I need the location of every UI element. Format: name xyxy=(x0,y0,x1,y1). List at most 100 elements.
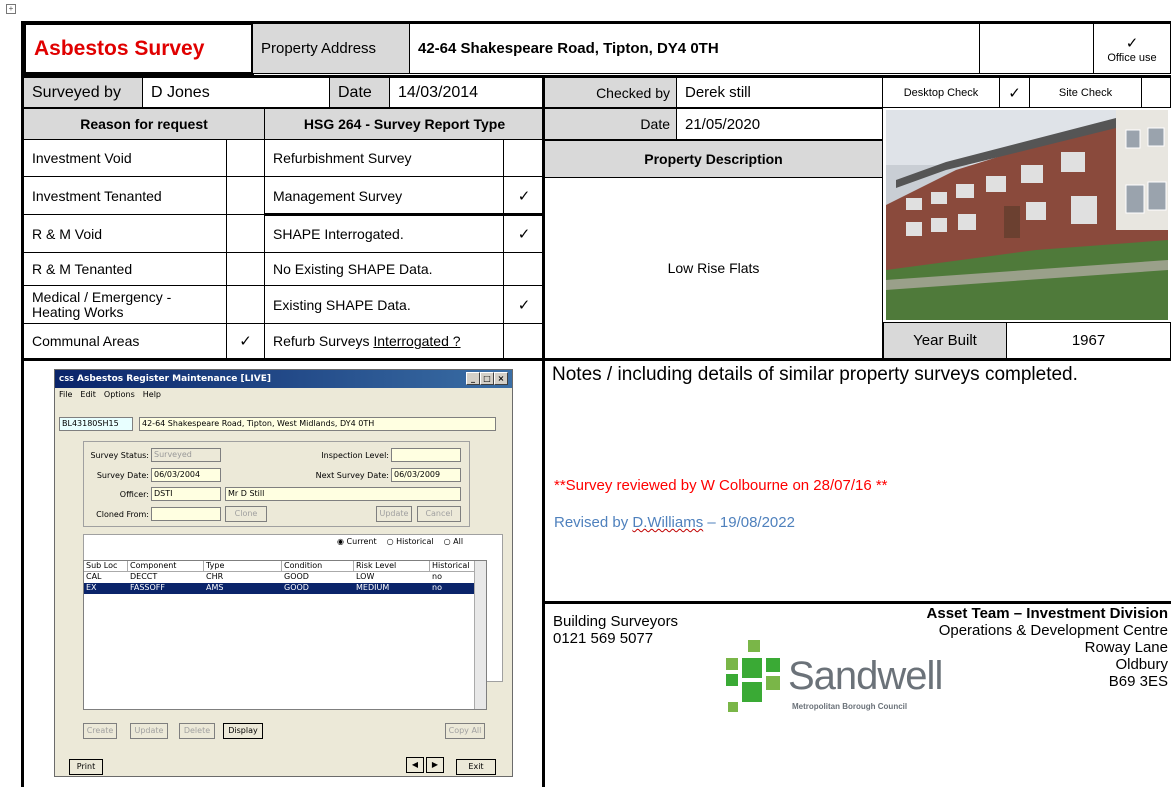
reason-item: R & M Void xyxy=(23,214,227,253)
officer-name-field[interactable]: Mr D Still xyxy=(225,487,461,501)
cell: no xyxy=(432,583,442,592)
surveyed-by-label: Surveyed by xyxy=(23,77,143,108)
office-use-tick: ✓ xyxy=(1125,34,1139,52)
inspection-level-label: Inspection Level: xyxy=(321,451,389,460)
report-type-item: Existing SHAPE Data. xyxy=(264,285,504,324)
menu-edit[interactable]: Edit xyxy=(80,390,96,399)
components-grid: Sub Loc Component Type Condition Risk Le… xyxy=(83,560,487,710)
column-header[interactable]: Risk Level xyxy=(354,561,430,571)
reason-tick xyxy=(226,252,265,286)
revised-suffix: – 19/08/2022 xyxy=(703,514,795,531)
copy-all-button[interactable]: Copy All xyxy=(445,723,485,739)
table-row[interactable]: EX FASSOFF AMS GOOD MEDIUM no xyxy=(84,583,474,594)
check-date-value: 21/05/2020 xyxy=(676,108,883,140)
display-button[interactable]: Display xyxy=(223,723,263,739)
cell: EX xyxy=(86,583,97,592)
page-title: Asbestos Survey xyxy=(34,36,205,60)
property-photo xyxy=(886,110,1168,320)
year-built-value: 1967 xyxy=(1006,322,1171,359)
logo-wordmark: Sandwell xyxy=(788,654,943,698)
cell: AMS xyxy=(206,583,224,592)
refurb-interrogated-cell: Refurb Surveys Interrogated ? xyxy=(264,323,504,359)
cloned-from-field[interactable] xyxy=(151,507,221,521)
divider xyxy=(264,213,545,216)
update-button[interactable]: Update xyxy=(376,506,412,522)
border-left xyxy=(21,21,24,787)
maximize-icon[interactable]: □ xyxy=(480,372,494,385)
property-address-label: Property Address xyxy=(252,23,410,74)
menu-bar: File Edit Options Help xyxy=(59,390,161,399)
next-survey-date-field[interactable]: 06/03/2009 xyxy=(391,468,461,482)
reason-tick: ✓ xyxy=(226,323,265,359)
reason-item: Medical / Emergency - Heating Works xyxy=(23,285,227,324)
refurb-interrogated-link[interactable]: Interrogated ? xyxy=(373,333,460,349)
surveyors-label: Building Surveyors xyxy=(553,613,679,630)
inspection-level-field[interactable] xyxy=(391,448,461,462)
create-button[interactable]: Create xyxy=(83,723,117,739)
office-use-blank xyxy=(979,23,1094,74)
site-check-label: Site Check xyxy=(1029,77,1142,108)
menu-options[interactable]: Options xyxy=(104,390,135,399)
column-header[interactable]: Type xyxy=(204,561,282,571)
surveyed-by-value: D Jones xyxy=(142,77,330,108)
notes-heading: Notes / including details of similar pro… xyxy=(552,364,1078,386)
radio-all[interactable]: ○ All xyxy=(444,537,463,546)
border-top xyxy=(21,21,1171,24)
report-type-tick xyxy=(503,139,545,177)
report-type-item: No Existing SHAPE Data. xyxy=(264,252,504,286)
close-icon[interactable]: × xyxy=(494,372,508,385)
office-use-label: Office use xyxy=(1107,51,1157,64)
radio-historical[interactable]: ○ Historical xyxy=(387,537,434,546)
column-header[interactable]: Sub Loc xyxy=(84,561,128,571)
reason-item: Communal Areas xyxy=(23,323,227,359)
divider xyxy=(542,358,545,787)
grid-header: Sub Loc Component Type Condition Risk Le… xyxy=(84,561,486,572)
column-header[interactable]: Component xyxy=(128,561,204,571)
divider xyxy=(542,76,545,360)
menu-help[interactable]: Help xyxy=(143,390,161,399)
revised-prefix: Revised by xyxy=(554,514,633,531)
refurb-prefix: Refurb Surveys xyxy=(273,333,374,349)
reason-tick xyxy=(226,285,265,324)
report-type-item: Management Survey xyxy=(264,176,504,215)
officer-code-field[interactable]: DSTI xyxy=(151,487,221,501)
divider xyxy=(21,75,1171,78)
report-type-tick: ✓ xyxy=(503,176,545,215)
divider xyxy=(542,601,1171,604)
table-row[interactable]: CAL DECCT CHR GOOD LOW no xyxy=(84,572,474,583)
grid-scrollbar[interactable] xyxy=(474,561,486,709)
exit-button[interactable]: Exit xyxy=(456,759,496,775)
survey-status-label: Survey Status: xyxy=(90,451,149,460)
print-button[interactable]: Print xyxy=(69,759,103,775)
cancel-button[interactable]: Cancel xyxy=(417,506,461,522)
title-cell: Asbestos Survey xyxy=(23,22,254,75)
survey-date-label: Survey Date: xyxy=(96,471,149,480)
checked-by-label: Checked by xyxy=(544,77,677,108)
address-field[interactable]: 42-64 Shakespeare Road, Tipton, West Mid… xyxy=(139,417,496,431)
cell: GOOD xyxy=(284,583,309,592)
update-component-button[interactable]: Update xyxy=(130,723,168,739)
notes-heading-rest: / including details of similar property … xyxy=(601,364,1078,385)
next-record-icon[interactable]: ▶ xyxy=(426,757,444,773)
column-header[interactable]: Condition xyxy=(282,561,354,571)
radio-current[interactable]: ◉ Current xyxy=(337,537,377,546)
column-header[interactable]: Historical xyxy=(430,561,474,571)
prev-record-icon[interactable]: ◀ xyxy=(406,757,424,773)
desktop-check-label: Desktop Check xyxy=(882,77,1000,108)
cell: DECCT xyxy=(130,572,158,581)
cell: CAL xyxy=(86,572,102,581)
cell: MEDIUM xyxy=(356,583,390,592)
office-use-cell: ✓ Office use xyxy=(1093,23,1171,74)
table-move-handle-icon[interactable]: + xyxy=(6,4,16,14)
cell: CHR xyxy=(206,572,224,581)
clone-button[interactable]: Clone xyxy=(225,506,267,522)
menu-file[interactable]: File xyxy=(59,390,72,399)
surveyors-contact: Building Surveyors 0121 569 5077 xyxy=(553,613,678,647)
delete-button[interactable]: Delete xyxy=(179,723,215,739)
property-ref-field[interactable]: BL43180SH15 xyxy=(59,417,133,431)
survey-status-select[interactable]: Surveyed xyxy=(151,448,221,462)
date-label: Date xyxy=(329,77,390,108)
report-type-item: SHAPE Interrogated. xyxy=(264,214,504,253)
minimize-icon[interactable]: _ xyxy=(466,372,480,385)
survey-date-field[interactable]: 06/03/2004 xyxy=(151,468,221,482)
